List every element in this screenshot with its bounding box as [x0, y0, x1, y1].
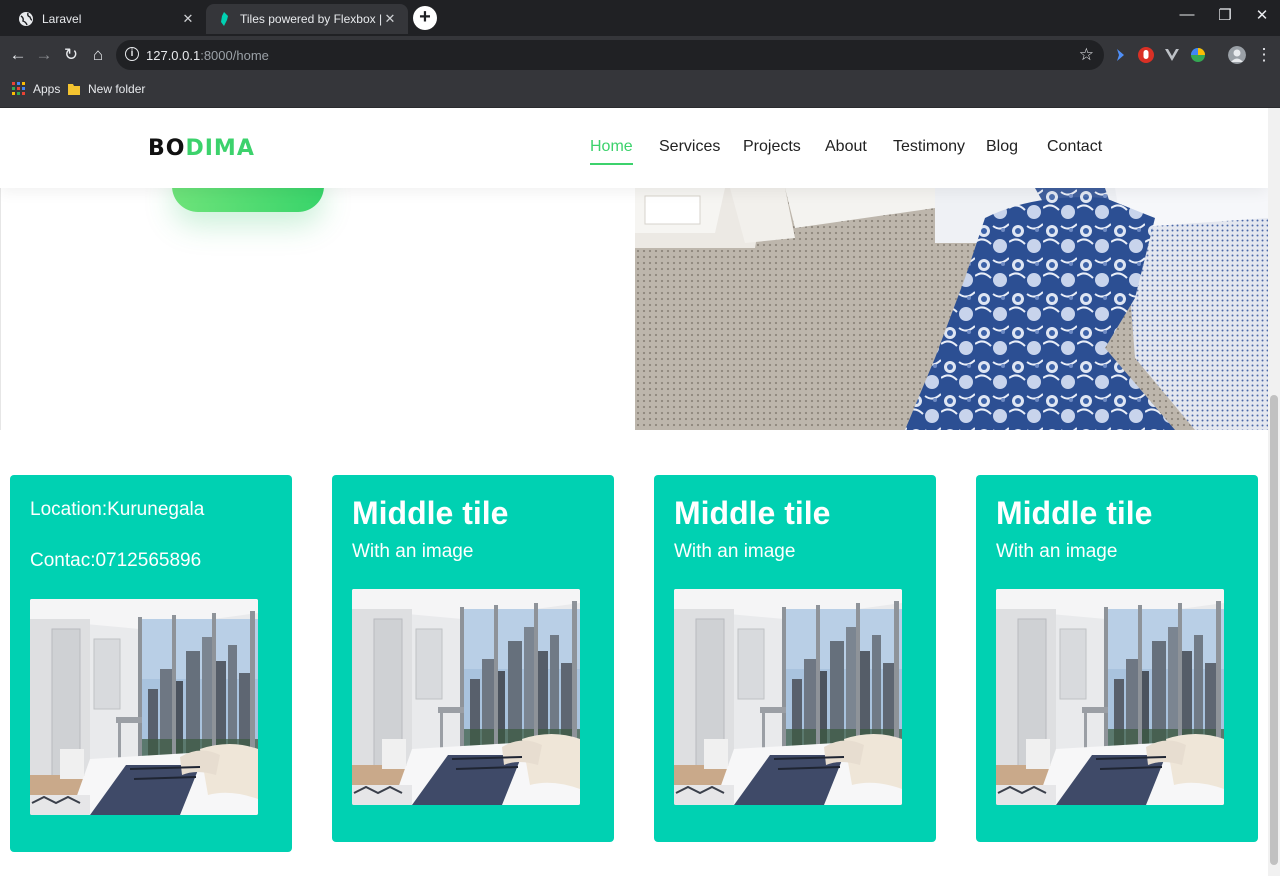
nav-contact[interactable]: Contact [1047, 138, 1102, 156]
tile-image [352, 589, 580, 805]
extension-arrow-icon[interactable] [1111, 46, 1129, 64]
close-icon[interactable]: ✕ [180, 11, 196, 27]
address-bar[interactable]: i 127.0.0.1:8000/home ☆ [116, 40, 1104, 70]
contact-text: Contac:0712565896 [30, 550, 202, 571]
back-icon[interactable]: ← [7, 44, 29, 66]
browser-tab-bar: Laravel ✕ Tiles powered by Flexbox | Bul… [0, 0, 1280, 36]
location-text: Location:Kurunegala [30, 499, 205, 520]
tile-image [996, 589, 1224, 805]
extension-vue-icon[interactable] [1163, 46, 1181, 64]
bookmark-star-icon[interactable]: ☆ [1079, 45, 1094, 65]
tab-title: Tiles powered by Flexbox | Bulma [240, 12, 382, 26]
bookmark-label: Apps [33, 82, 61, 96]
nav-about[interactable]: About [825, 138, 867, 156]
home-icon[interactable]: ⌂ [87, 44, 109, 66]
nav-blog[interactable]: Blog [986, 138, 1018, 156]
profile-avatar-icon[interactable] [1228, 46, 1246, 64]
bookmarks-bar: Apps New folder [0, 74, 1280, 108]
site-info-icon[interactable]: i [125, 47, 139, 61]
tile-subtitle: With an image [352, 541, 474, 562]
restore-icon[interactable]: ❐ [1210, 6, 1240, 24]
browser-toolbar: ← → ↻ ⌂ i 127.0.0.1:8000/home ☆ [0, 36, 1280, 74]
bookmark-label: New folder [88, 82, 146, 96]
hero-image [635, 188, 1268, 430]
bookmark-new-folder[interactable]: New folder [67, 82, 145, 96]
extension-color-icon[interactable] [1189, 46, 1207, 64]
tile-subtitle: With an image [674, 541, 796, 562]
folder-icon [68, 84, 80, 95]
tab-title: Laravel [42, 12, 82, 26]
scrollbar-thumb[interactable] [1270, 395, 1278, 865]
tab-laravel[interactable]: Laravel ✕ [8, 4, 206, 34]
bookmark-apps[interactable]: Apps [12, 82, 60, 96]
forward-icon[interactable]: → [33, 44, 55, 66]
site-header: BODIMA Home Services Projects About Test… [0, 108, 1268, 188]
tile-middle-1: Middle tile With an image [332, 475, 614, 842]
nav-testimony[interactable]: Testimony [893, 138, 965, 156]
nav-services[interactable]: Services [659, 138, 720, 156]
globe-icon [19, 12, 33, 26]
tile-title: Middle tile [352, 495, 509, 531]
nav-home[interactable]: Home [590, 138, 633, 165]
new-tab-button[interactable]: + [413, 6, 437, 30]
browser-menu-icon[interactable]: ⋮ [1253, 44, 1275, 66]
reload-icon[interactable]: ↻ [60, 44, 82, 66]
tile-image [30, 599, 258, 815]
nav-projects[interactable]: Projects [743, 138, 801, 156]
extension-shield-icon[interactable] [1137, 46, 1155, 64]
window-close-icon[interactable]: ✕ [1247, 6, 1277, 24]
tile-title: Middle tile [996, 495, 1153, 531]
tab-bulma[interactable]: Tiles powered by Flexbox | Bulma ✕ [206, 4, 408, 34]
tile-middle-3: Middle tile With an image [976, 475, 1258, 842]
web-page: Get started [0, 108, 1268, 876]
tile-info: Location:Kurunegala Contac:0712565896 [10, 475, 292, 852]
url-text[interactable]: 127.0.0.1:8000/home [146, 48, 269, 63]
hero-divider [0, 188, 1, 430]
page-scrollbar[interactable] [1268, 108, 1280, 876]
site-logo[interactable]: BODIMA [148, 136, 255, 161]
apps-grid-icon [12, 82, 25, 95]
tile-image [674, 589, 902, 805]
bulma-logo-icon [221, 12, 228, 26]
minimize-icon[interactable]: — [1172, 6, 1202, 23]
tile-title: Middle tile [674, 495, 831, 531]
close-icon[interactable]: ✕ [382, 11, 398, 27]
tile-middle-2: Middle tile With an image [654, 475, 936, 842]
tile-subtitle: With an image [996, 541, 1118, 562]
